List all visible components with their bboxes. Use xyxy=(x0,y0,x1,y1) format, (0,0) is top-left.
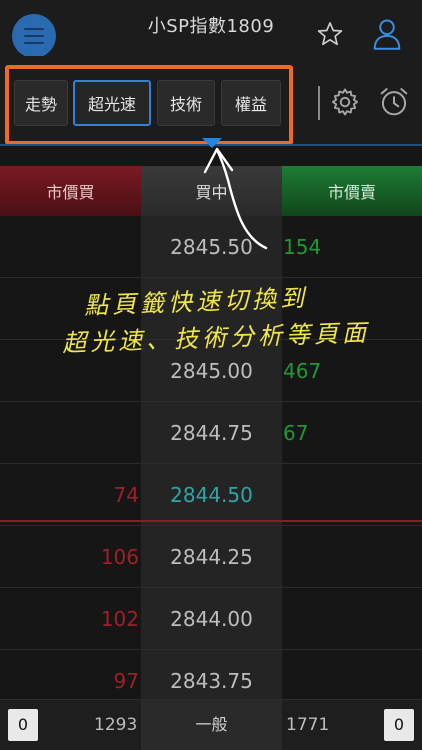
column-header-price: 買中 xyxy=(141,166,282,216)
app-header: 小SP指數1809 xyxy=(0,0,422,58)
sell-cell[interactable] xyxy=(283,278,422,339)
price-cell: 2843.75 xyxy=(170,669,253,693)
tab-technical[interactable]: 技術 xyxy=(157,80,215,126)
price-cell: 2844.00 xyxy=(170,607,253,631)
alarm-clock-icon[interactable] xyxy=(378,86,410,118)
buy-total: 1293 xyxy=(94,715,138,735)
buy-cell[interactable] xyxy=(0,340,141,401)
tab-hyperspeed[interactable]: 超光速 xyxy=(73,80,151,126)
tab-trend[interactable]: 走勢 xyxy=(14,80,68,126)
sell-cell[interactable]: 467 xyxy=(283,340,422,401)
buy-cell[interactable]: 74 xyxy=(0,464,141,525)
sell-cell[interactable] xyxy=(283,464,422,525)
column-header-market-buy[interactable]: 市價買 xyxy=(0,166,141,216)
buy-cell[interactable] xyxy=(0,402,141,463)
buy-cell[interactable]: 102 xyxy=(0,588,141,649)
price-cell: 2845.50 xyxy=(170,235,253,259)
buy-cell[interactable]: 106 xyxy=(0,526,141,587)
buy-cell[interactable] xyxy=(0,216,141,277)
buy-cell[interactable]: 97 xyxy=(0,650,141,699)
tab-equity[interactable]: 權益 xyxy=(221,80,281,126)
sell-cell[interactable]: 154 xyxy=(283,216,422,277)
sell-cell[interactable]: 67 xyxy=(283,402,422,463)
user-icon[interactable] xyxy=(372,18,402,50)
price-divider-line xyxy=(0,520,422,522)
table-row[interactable]: 106 2844.25 xyxy=(0,526,422,588)
current-price-cell: 2844.50 xyxy=(170,483,253,507)
gear-icon[interactable] xyxy=(330,87,360,117)
toolbar-divider xyxy=(318,86,320,120)
table-row[interactable] xyxy=(0,278,422,340)
tab-bar: 走勢 超光速 技術 權益 xyxy=(0,56,422,148)
table-row[interactable]: 2844.75 67 xyxy=(0,402,422,464)
sell-total: 1771 xyxy=(286,715,330,735)
order-mode-button[interactable]: 一般 xyxy=(141,700,282,750)
footer-bar: 0 1293 一般 1771 0 xyxy=(0,700,422,750)
table-row[interactable]: 97 2843.75 xyxy=(0,650,422,700)
left-count-box[interactable]: 0 xyxy=(8,709,38,741)
table-row[interactable]: 74 2844.50 xyxy=(0,464,422,526)
buy-cell[interactable] xyxy=(0,278,141,339)
table-row[interactable]: 2845.50 154 xyxy=(0,216,422,278)
table-row[interactable]: 2845.00 467 xyxy=(0,340,422,402)
price-cell: 2845.00 xyxy=(170,359,253,383)
table-row[interactable]: 102 2844.00 xyxy=(0,588,422,650)
star-icon[interactable] xyxy=(316,20,344,48)
price-cell: 2844.25 xyxy=(170,545,253,569)
sell-cell[interactable] xyxy=(283,588,422,649)
right-count-box[interactable]: 0 xyxy=(384,709,414,741)
price-cell xyxy=(141,278,282,339)
active-tab-pointer xyxy=(202,138,222,148)
column-header-market-sell[interactable]: 市價賣 xyxy=(282,166,422,216)
sell-cell[interactable] xyxy=(283,526,422,587)
page-title: 小SP指數1809 xyxy=(147,16,275,37)
sell-cell[interactable] xyxy=(283,650,422,699)
price-cell: 2844.75 xyxy=(170,421,253,445)
